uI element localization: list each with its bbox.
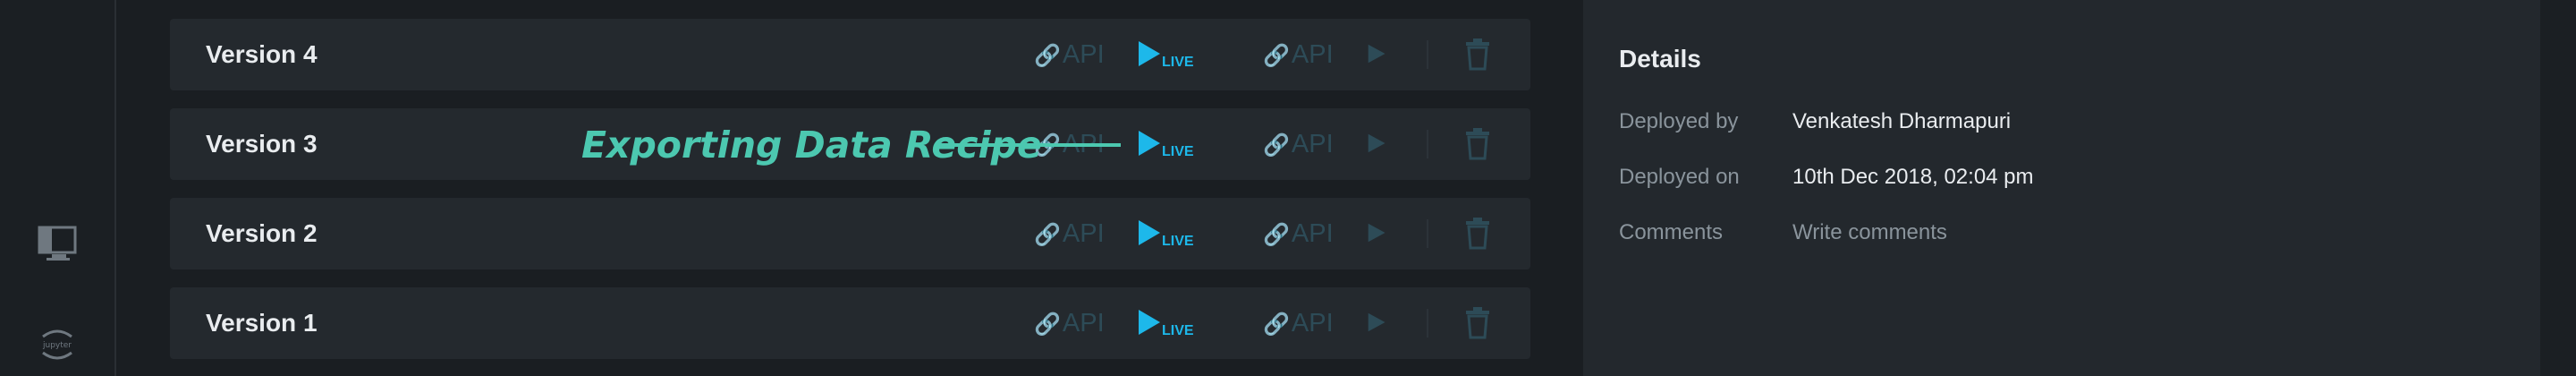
version-label: Version 3 — [206, 130, 318, 158]
play-icon[interactable] — [1137, 129, 1162, 158]
link-icon: 🔗 — [1034, 312, 1061, 337]
version-row-2[interactable]: Version 2 🔗API LIVE 🔗API — [170, 198, 1530, 269]
version-row-4[interactable]: Version 4 🔗API LIVE 🔗API — [170, 19, 1530, 90]
version-row-1[interactable]: Version 1 🔗API LIVE 🔗API — [170, 287, 1530, 359]
api-link-button[interactable]: 🔗API — [1034, 198, 1105, 269]
deployed-on-value: 10th Dec 2018, 02:04 pm — [1792, 165, 2034, 189]
desktop-icon[interactable] — [34, 220, 80, 267]
right-gutter — [2540, 0, 2576, 376]
jupyter-icon-label: jupyter — [42, 341, 72, 350]
link-icon: 🔗 — [1263, 133, 1290, 158]
live-badge: LIVE — [1162, 144, 1194, 159]
link-icon: 🔗 — [1263, 312, 1290, 337]
trash-icon[interactable] — [1464, 38, 1491, 71]
play-icon-secondary[interactable] — [1367, 39, 1388, 68]
live-badge: LIVE — [1162, 323, 1194, 338]
jupyter-icon[interactable]: jupyter — [34, 320, 80, 367]
comments-input[interactable]: Write comments — [1792, 220, 1947, 245]
divider — [1427, 309, 1428, 338]
api-link-button[interactable]: 🔗API — [1034, 19, 1105, 90]
link-icon: 🔗 — [1263, 44, 1290, 68]
api-link-button-secondary[interactable]: 🔗API — [1263, 19, 1334, 90]
deployed-by-value: Venkatesh Dharmapuri — [1792, 109, 2012, 133]
link-icon: 🔗 — [1034, 44, 1061, 68]
play-icon[interactable] — [1137, 218, 1162, 247]
version-list: Version 4 🔗API LIVE 🔗API Version 3 🔗API … — [116, 0, 1583, 376]
play-icon[interactable] — [1137, 39, 1162, 68]
trash-icon[interactable] — [1464, 307, 1491, 339]
api-link-button-secondary[interactable]: 🔗API — [1263, 287, 1334, 359]
trash-icon[interactable] — [1464, 128, 1491, 160]
trash-icon[interactable] — [1464, 218, 1491, 250]
link-icon: 🔗 — [1034, 223, 1061, 247]
divider — [1427, 130, 1428, 158]
play-icon-secondary[interactable] — [1367, 308, 1388, 337]
link-icon: 🔗 — [1263, 223, 1290, 247]
deployed-on-label: Deployed on — [1619, 165, 1740, 189]
api-link-button[interactable]: 🔗API — [1034, 287, 1105, 359]
live-badge: LIVE — [1162, 234, 1194, 249]
left-sidebar: jupyter — [0, 0, 116, 376]
version-label: Version 4 — [206, 40, 318, 68]
divider — [1427, 40, 1428, 69]
details-title: Details — [1619, 45, 1701, 73]
play-icon[interactable] — [1137, 308, 1162, 337]
api-link-button-secondary[interactable]: 🔗API — [1263, 108, 1334, 180]
version-label: Version 2 — [206, 219, 318, 247]
comments-label: Comments — [1619, 220, 1724, 244]
annotation-pointer-line — [936, 143, 1121, 147]
version-label: Version 1 — [206, 309, 318, 337]
deployed-by-label: Deployed by — [1619, 109, 1739, 133]
divider — [1427, 219, 1428, 248]
play-icon-secondary[interactable] — [1367, 218, 1388, 247]
play-icon-secondary[interactable] — [1367, 129, 1388, 158]
live-badge: LIVE — [1162, 55, 1194, 70]
api-link-button-secondary[interactable]: 🔗API — [1263, 198, 1334, 269]
details-panel: Details Deployed by Venkatesh Dharmapuri… — [1583, 0, 2540, 376]
